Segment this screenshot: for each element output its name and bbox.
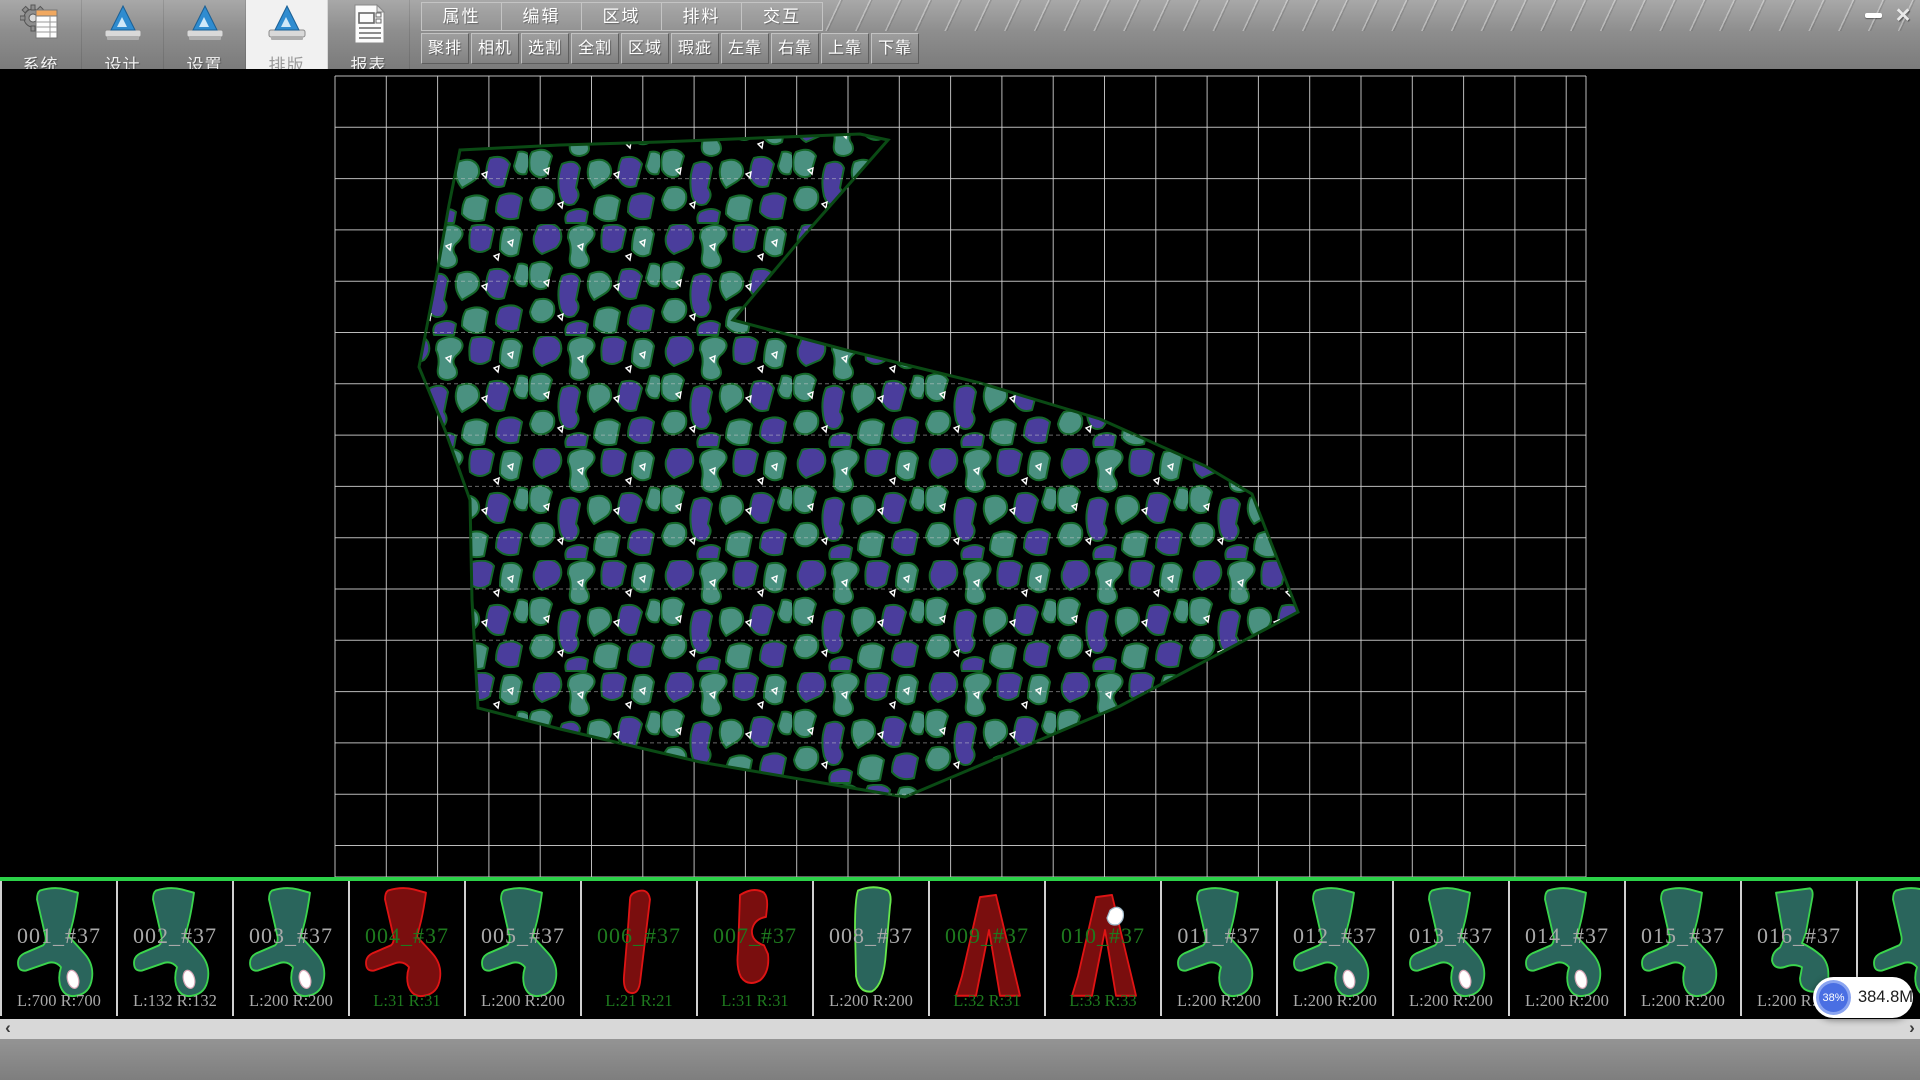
piece-id-label: 007_#37 xyxy=(698,923,812,949)
piece-thumbnail-4[interactable]: 004_#37 L:31 R:31 xyxy=(350,881,466,1016)
piece-id-label: 009_#37 xyxy=(930,923,1044,949)
piece-thumbnail-2[interactable]: 002_#37 L:132 R:132 xyxy=(118,881,234,1016)
tool-button-3[interactable]: 选割 xyxy=(521,33,569,64)
mode-button-settings[interactable]: 设置 xyxy=(164,0,246,69)
piece-thumbnail-5[interactable]: 005_#37 L:200 R:200 xyxy=(466,881,582,1016)
piece-size-label: L:200 R:200 xyxy=(1626,991,1740,1011)
piece-size-label: L:200 R:200 xyxy=(1278,991,1392,1011)
piece-size-label: L:21 R:21 xyxy=(582,991,696,1011)
piece-thumbnail-15[interactable]: 015_#37 L:200 R:200 xyxy=(1626,881,1742,1016)
piece-size-label: L:700 R:700 xyxy=(2,991,116,1011)
piece-thumbnail-6[interactable]: 006_#37 L:21 R:21 xyxy=(582,881,698,1016)
tool-button-2[interactable]: 相机 xyxy=(471,33,519,64)
report-icon xyxy=(348,3,390,50)
piece-size-label: L:31 R:31 xyxy=(350,991,464,1011)
piece-thumbnail-3[interactable]: 003_#37 L:200 R:200 xyxy=(234,881,350,1016)
scroll-right-arrow[interactable]: › xyxy=(1904,1019,1920,1039)
tool-button-5[interactable]: 区域 xyxy=(621,33,669,64)
piece-thumbnail-12[interactable]: 012_#37 L:200 R:200 xyxy=(1278,881,1394,1016)
piece-size-label: L:200 R:200 xyxy=(1510,991,1624,1011)
piece-id-label: 005_#37 xyxy=(466,923,580,949)
piece-thumbnail-strip: 001_#37L:700 R:700002_#37L:132 R:132003_… xyxy=(0,881,1920,1016)
system-icon xyxy=(20,3,62,50)
menu-tab-2[interactable]: 编辑 xyxy=(502,3,582,30)
piece-id-label: 003_#37 xyxy=(234,923,348,949)
piece-id-label: 011_#37 xyxy=(1162,923,1276,949)
window-controls: × xyxy=(1860,3,1916,27)
piece-size-label: L:200 R:200 xyxy=(466,991,580,1011)
piece-thumbnail-7[interactable]: 007_#37 L:31 R:31 xyxy=(698,881,814,1016)
menu-tab-1[interactable]: 属性 xyxy=(422,3,502,30)
piece-size-label: L:132 R:132 xyxy=(118,991,232,1011)
piece-id-label: 012_#37 xyxy=(1278,923,1392,949)
layout-icon xyxy=(266,3,308,50)
piece-thumbnail-14[interactable]: 014_#37 L:200 R:200 xyxy=(1510,881,1626,1016)
tool-button-7[interactable]: 左靠 xyxy=(721,33,769,64)
piece-size-label: L:200 R:200 xyxy=(814,991,928,1011)
piece-id-label: 008_#37 xyxy=(814,923,928,949)
piece-id-label: 010_#37 xyxy=(1046,923,1160,949)
memory-badge[interactable]: 38% 384.8M xyxy=(1813,977,1913,1018)
design-icon xyxy=(102,3,144,50)
piece-id-label: 013_#37 xyxy=(1394,923,1508,949)
piece-thumbnail-11[interactable]: 011_#37 L:200 R:200 xyxy=(1162,881,1278,1016)
menu-tab-4[interactable]: 排料 xyxy=(662,3,742,30)
piece-size-label: L:32 R:31 xyxy=(930,991,1044,1011)
piece-thumbnail-1[interactable]: 001_#37 L:700 R:700 xyxy=(2,881,118,1016)
close-button[interactable]: × xyxy=(1890,3,1916,27)
menu-tab-5[interactable]: 交互 xyxy=(742,3,822,30)
piece-size-label: L:31 R:31 xyxy=(698,991,812,1011)
nesting-canvas[interactable] xyxy=(0,69,1920,878)
tool-button-row: 聚排相机选割全割区域瑕疵左靠右靠上靠下靠 xyxy=(421,33,921,64)
piece-id-label: 015_#37 xyxy=(1626,923,1740,949)
scroll-left-arrow[interactable]: ‹ xyxy=(0,1019,16,1039)
tool-button-10[interactable]: 下靠 xyxy=(871,33,919,64)
percent-circle: 38% xyxy=(1816,980,1851,1015)
tool-button-4[interactable]: 全割 xyxy=(571,33,619,64)
piece-size-label: L:33 R:33 xyxy=(1046,991,1160,1011)
app-window: 系统设计设置排版报表 属性编辑区域排料交互 聚排相机选割全割区域瑕疵左靠右靠上靠… xyxy=(0,0,1920,1080)
piece-id-label: 002_#37 xyxy=(118,923,232,949)
toolbar: 系统设计设置排版报表 属性编辑区域排料交互 聚排相机选割全割区域瑕疵左靠右靠上靠… xyxy=(0,0,1920,69)
menu-tab-3[interactable]: 区域 xyxy=(582,3,662,30)
tool-button-9[interactable]: 上靠 xyxy=(821,33,869,64)
mode-button-design[interactable]: 设计 xyxy=(82,0,164,69)
piece-id-label: 016_#37 xyxy=(1742,923,1856,949)
horizontal-scrollbar[interactable]: ‹ › xyxy=(0,1019,1920,1039)
titlebar-drag-area[interactable] xyxy=(822,0,1920,31)
close-icon: × xyxy=(1896,4,1911,26)
tool-button-6[interactable]: 瑕疵 xyxy=(671,33,719,64)
minimize-icon xyxy=(1865,13,1882,18)
piece-thumbnail-13[interactable]: 013_#37 L:200 R:200 xyxy=(1394,881,1510,1016)
mode-buttons: 系统设计设置排版报表 xyxy=(0,0,410,69)
piece-thumbnail-10[interactable]: 010_#37 L:33 R:33 xyxy=(1046,881,1162,1016)
mode-button-report[interactable]: 报表 xyxy=(328,0,410,69)
tool-button-8[interactable]: 右靠 xyxy=(771,33,819,64)
piece-id-label: 001_#37 xyxy=(2,923,116,949)
mode-button-layout[interactable]: 排版 xyxy=(246,0,328,69)
piece-id-label: 004_#37 xyxy=(350,923,464,949)
piece-size-label: L:200 R:200 xyxy=(234,991,348,1011)
piece-id-label: 014_#37 xyxy=(1510,923,1624,949)
status-bar xyxy=(0,1039,1920,1080)
tool-button-1[interactable]: 聚排 xyxy=(421,33,469,64)
piece-thumbnail-9[interactable]: 009_#37 L:32 R:31 xyxy=(930,881,1046,1016)
piece-thumbnail-8[interactable]: 008_#37 L:200 R:200 xyxy=(814,881,930,1016)
piece-size-label: L:200 R:200 xyxy=(1394,991,1508,1011)
minimize-button[interactable] xyxy=(1860,3,1886,27)
piece-id-label: 006_#37 xyxy=(582,923,696,949)
menu-tab-strip: 属性编辑区域排料交互 xyxy=(421,2,823,31)
memory-value: 384.8M xyxy=(1858,988,1913,1007)
settings-icon xyxy=(184,3,226,50)
mode-button-system[interactable]: 系统 xyxy=(0,0,82,69)
piece-size-label: L:200 R:200 xyxy=(1162,991,1276,1011)
